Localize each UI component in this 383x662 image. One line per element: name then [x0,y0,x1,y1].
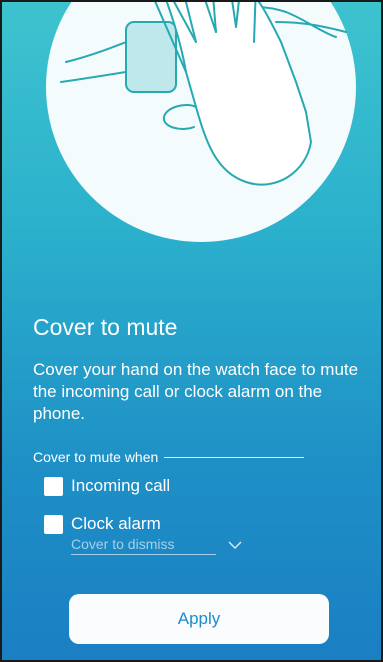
clock-alarm-label: Clock alarm [71,514,161,533]
incoming-call-label: Incoming call [71,476,171,495]
page-title: Cover to mute [33,314,178,340]
incoming-call-checkbox[interactable] [44,476,63,496]
chevron-down-icon [228,538,242,552]
content: Cover to mute Cover your hand on the wat… [33,314,365,555]
dropdown-value: Cover to dismiss [71,536,175,552]
hand-watch-illustration [46,2,356,242]
hand-icon [60,2,347,186]
description: Cover your hand on the watch face to mut… [33,360,359,423]
section-label: Cover to mute when [33,449,159,465]
apply-button[interactable]: Apply [69,594,329,644]
clock-alarm-action-dropdown[interactable]: Cover to dismiss [71,536,242,555]
option-incoming-call[interactable]: Incoming call [33,476,365,496]
clock-alarm-checkbox[interactable] [44,514,63,534]
section-header: Cover to mute when [33,449,365,465]
option-clock-alarm[interactable]: Clock alarm [33,514,365,534]
screen: Cover to mute Cover your hand on the wat… [0,0,383,662]
section-divider [164,456,305,458]
